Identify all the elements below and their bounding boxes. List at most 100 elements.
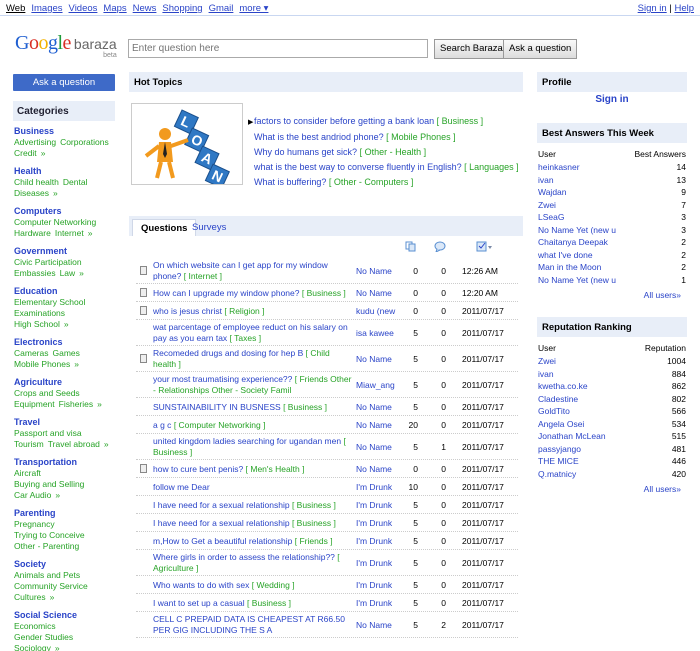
topnav-item-5[interactable]: Shopping [162,3,202,14]
question-row[interactable]: Recomeded drugs and dosing for hep B [ C… [136,346,518,372]
ranking-user-link[interactable]: Wajdan [538,186,648,199]
answers-column-icon[interactable] [405,241,416,255]
more-subcategories-link[interactable]: » [55,643,60,651]
question-user[interactable]: I'm Drunk [356,536,406,546]
category-title[interactable]: Business [14,126,119,137]
hot-topic-tag[interactable]: [ Business ] [437,116,484,126]
question-search-input[interactable] [128,39,428,58]
subcategory-link[interactable]: Economics [14,621,56,631]
question-row[interactable]: I want to set up a casual [ Business ] I'… [136,594,518,612]
ranking-user-link[interactable]: LSeaG [538,211,648,224]
question-user[interactable]: kudu (new [356,306,406,316]
subcategory-link[interactable]: Car Audio [14,490,51,500]
question-user[interactable]: No Name [356,402,406,412]
hot-topic-question[interactable]: What is the best andriod phone? [254,132,384,142]
subcategory-link[interactable]: Mobile Phones [14,359,70,369]
question-link[interactable]: who is jesus christ [153,306,222,316]
category-title[interactable]: Social Science [14,610,119,621]
question-link[interactable]: Where girls in order to assess the relat… [153,552,335,562]
more-subcategories-link[interactable]: » [50,592,55,602]
ask-question-button[interactable]: Ask a question [13,74,115,91]
subcategory-link[interactable]: Aircraft [14,468,41,478]
comments-column-icon[interactable] [434,241,446,255]
category-title[interactable]: Health [14,166,119,177]
topnav-item-3[interactable]: Maps [103,3,126,14]
question-row[interactable]: united kingdom ladies searching for ugan… [136,434,518,460]
more-subcategories-link[interactable]: » [79,268,84,278]
ranking-user-link[interactable]: Q.matnicy [538,468,648,481]
subcategory-link[interactable]: Cultures [14,592,46,602]
best-all-users-link[interactable]: All users» [537,290,681,300]
ranking-user-link[interactable]: Man in the Moon [538,261,648,274]
ranking-user-link[interactable]: Zwei [538,199,648,212]
question-tag[interactable]: [ Men's Health ] [246,464,305,474]
question-user[interactable]: I'm Drunk [356,500,406,510]
question-tag[interactable]: [ Wedding ] [252,580,295,590]
question-link[interactable]: I have need for a sexual relationship [153,518,290,528]
subcategory-link[interactable]: Animals and Pets [14,570,80,580]
subcategory-link[interactable]: Hardware [14,228,51,238]
subcategory-link[interactable]: Crops and Seeds [14,388,80,398]
hot-topic-question[interactable]: what is the best way to converse fluentl… [254,162,462,172]
logo[interactable]: Google baraza beta [15,32,117,60]
topnav-item-6[interactable]: Gmail [209,3,234,14]
hot-topic-item[interactable]: What is buffering? [ Other - Computers ] [248,175,519,190]
subcategory-link[interactable]: Elementary School [14,297,85,307]
question-user[interactable]: I'm Drunk [356,518,406,528]
question-user[interactable]: I'm Drunk [356,482,406,492]
question-row[interactable]: a g c [ Computer Networking ] No Name 20 0 2… [136,416,518,434]
subcategory-link[interactable]: Cameras [14,348,48,358]
more-subcategories-link[interactable]: » [64,319,69,329]
subcategory-link[interactable]: Tourism [14,439,44,449]
question-link[interactable]: your most traumatising experience?? [153,374,292,384]
question-user[interactable]: No Name [356,620,406,630]
question-row[interactable]: Where girls in order to assess the relat… [136,550,518,576]
question-row[interactable]: Who wants to do with sex [ Wedding ] I'm … [136,576,518,594]
question-row[interactable]: wat parcentage of employee reduct on his… [136,320,518,346]
question-link[interactable]: a g c [153,420,171,430]
question-row[interactable]: SUNSTAINABILITY IN BUSNESS [ Business ] N… [136,398,518,416]
subcategory-link[interactable]: Other - Parenting [14,541,79,551]
question-user[interactable]: No Name [356,354,406,364]
question-tag[interactable]: [ Business ] [247,598,291,608]
question-user[interactable]: Miaw_ang [356,380,406,390]
ask-question-top-button[interactable]: Ask a question [503,39,578,59]
question-row[interactable]: CELL C PREPAID DATA IS CHEAPEST AT R66.5… [136,612,518,638]
tab-surveys[interactable]: Surveys [184,219,234,236]
ranking-user-link[interactable]: ivan [538,174,648,187]
subcategory-link[interactable]: Advertising [14,137,56,147]
question-link[interactable]: how to cure bent penis? [153,464,243,474]
subcategory-link[interactable]: Civic Participation [14,257,82,267]
question-tag[interactable]: [ Business ] [302,288,346,298]
hot-topic-question[interactable]: factors to consider before getting a ban… [254,116,434,126]
question-link[interactable]: united kingdom ladies searching for ugan… [153,436,341,446]
question-tag[interactable]: [ Computer Networking ] [174,420,266,430]
question-tag[interactable]: [ Business ] [292,518,336,528]
topnav-item-1[interactable]: Images [31,3,62,14]
more-subcategories-link[interactable]: » [88,228,93,238]
subcategory-link[interactable]: Diseases [14,188,49,198]
more-subcategories-link[interactable]: » [53,188,58,198]
subcategory-link[interactable]: High School [14,319,60,329]
subcategory-link[interactable]: Passport and visa [14,428,82,438]
hot-topic-tag[interactable]: [ Languages ] [464,162,519,172]
category-title[interactable]: Electronics [14,337,119,348]
ranking-user-link[interactable]: what I've done [538,249,648,262]
category-title[interactable]: Agriculture [14,377,119,388]
question-user[interactable]: I'm Drunk [356,558,406,568]
question-link[interactable]: I want to set up a casual [153,598,245,608]
hot-topic-item[interactable]: What is the best andriod phone? [ Mobile… [248,130,519,145]
question-row[interactable]: How can I upgrade my window phone? [ Bus… [136,284,518,302]
subcategory-link[interactable]: Internet [55,228,84,238]
hot-topic-tag[interactable]: [ Other - Computers ] [329,177,414,187]
more-subcategories-link[interactable]: » [74,359,79,369]
question-tag[interactable]: [ Internet ] [184,271,222,281]
question-user[interactable]: No Name [356,442,406,452]
question-link[interactable]: m,How to Get a beautiful relationship [153,536,292,546]
question-link[interactable]: Recomeded drugs and dosing for hep B [153,348,303,358]
question-row[interactable]: m,How to Get a beautiful relationship [ … [136,532,518,550]
ranking-user-link[interactable]: heinkasner [538,161,648,174]
question-link[interactable]: Who wants to do with sex [153,580,249,590]
question-link[interactable]: How can I upgrade my window phone? [153,288,299,298]
question-tag[interactable]: [ Business ] [283,402,327,412]
